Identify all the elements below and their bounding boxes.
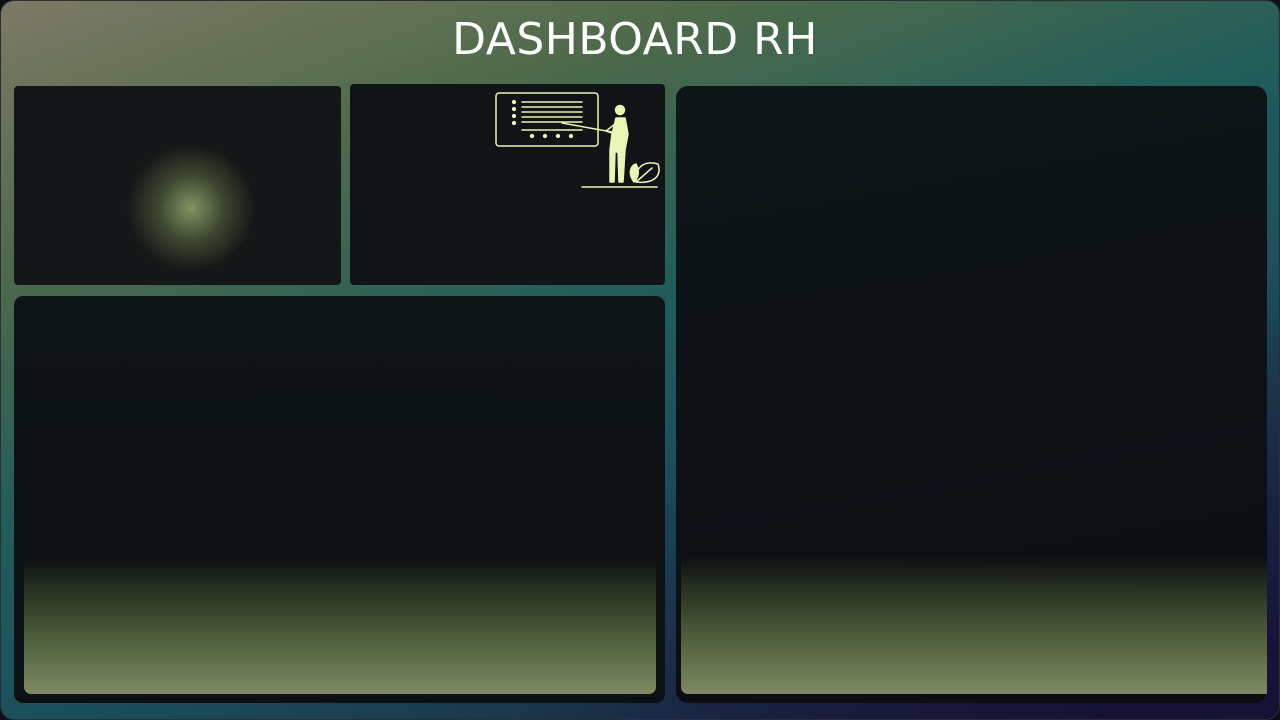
panel-fade-overlay xyxy=(681,556,1267,694)
kpi-card-left xyxy=(14,86,341,285)
chart-panel-bottom-left xyxy=(14,296,665,703)
panel-fade-overlay xyxy=(24,558,656,694)
kpi-card-right xyxy=(350,84,665,285)
page-title: DASHBOARD RH xyxy=(452,14,818,65)
chart-panel-right xyxy=(676,86,1267,703)
presenter-with-chart-icon xyxy=(495,92,660,188)
dashboard-canvas: DASHBOARD RH xyxy=(0,0,1280,720)
glow-highlight xyxy=(124,141,258,275)
